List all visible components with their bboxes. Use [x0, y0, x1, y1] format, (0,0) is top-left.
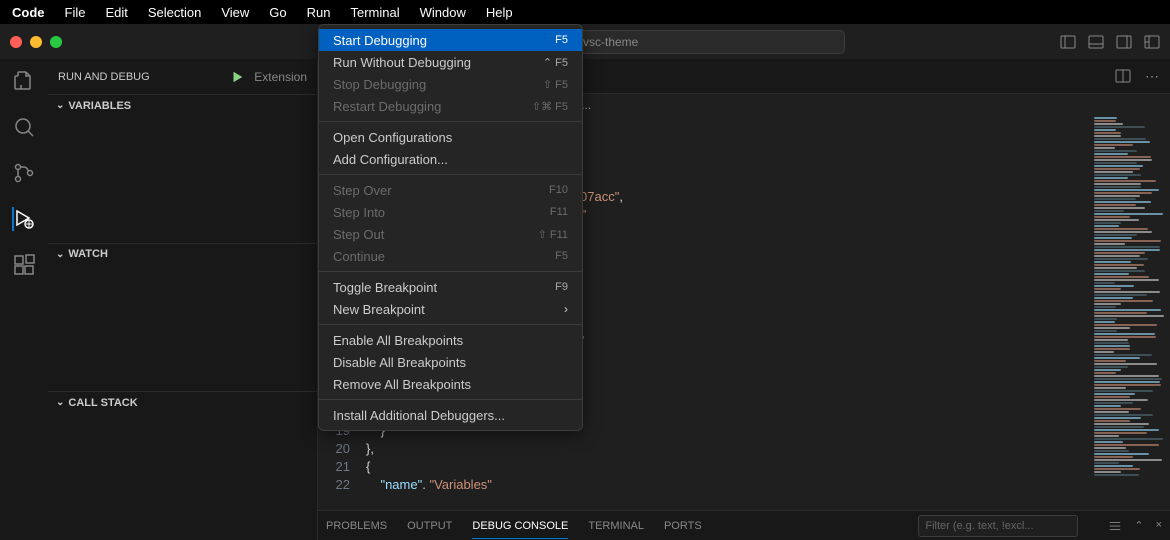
chevron-down-icon: ⌄	[56, 249, 64, 260]
window-controls	[0, 36, 62, 48]
minimap[interactable]	[1090, 116, 1170, 510]
side-bar: RUN AND DEBUG Extension ⌄VARIABLES ⌄WATC…	[48, 59, 318, 540]
panel-settings-icon[interactable]	[1108, 519, 1122, 533]
panel-filter-input[interactable]: Filter (e.g. text, !excl...	[918, 515, 1078, 537]
panel-tab-debug-console[interactable]: DEBUG CONSOLE	[472, 520, 568, 539]
menu-item-step-out: Step Out⇧ F11	[319, 223, 582, 245]
more-actions-icon[interactable]: ⋯	[1145, 68, 1160, 85]
extensions-icon[interactable]	[12, 253, 36, 277]
debug-config-label[interactable]: Extension	[254, 70, 307, 84]
panel-tab-ports[interactable]: PORTS	[664, 520, 702, 532]
menu-item-restart-debugging: Restart Debugging⇧⌘ F5	[319, 95, 582, 117]
menu-code[interactable]: Code	[12, 5, 45, 20]
menu-edit[interactable]: Edit	[105, 5, 127, 20]
section-watch[interactable]: ⌄WATCH	[48, 243, 317, 265]
toggle-secondary-sidebar-icon[interactable]	[1116, 34, 1132, 50]
menu-item-disable-all-breakpoints[interactable]: Disable All Breakpoints	[319, 351, 582, 373]
panel-tab-output[interactable]: OUTPUT	[407, 520, 452, 532]
menu-item-add-configuration-[interactable]: Add Configuration...	[319, 148, 582, 170]
sidebar-header: RUN AND DEBUG Extension	[48, 59, 317, 94]
panel-close-icon[interactable]: ×	[1156, 519, 1162, 533]
close-window-button[interactable]	[10, 36, 22, 48]
minimize-window-button[interactable]	[30, 36, 42, 48]
section-variables[interactable]: ⌄VARIABLES	[48, 94, 317, 116]
menu-item-new-breakpoint[interactable]: New Breakpoint›	[319, 298, 582, 320]
panel-tab-terminal[interactable]: TERMINAL	[588, 520, 644, 532]
menu-item-step-into: Step IntoF11	[319, 201, 582, 223]
source-control-icon[interactable]	[12, 161, 36, 185]
menu-item-install-additional-debuggers-[interactable]: Install Additional Debuggers...	[319, 404, 582, 426]
menu-item-open-configurations[interactable]: Open Configurations	[319, 126, 582, 148]
toggle-panel-icon[interactable]	[1088, 34, 1104, 50]
explorer-icon[interactable]	[12, 69, 36, 93]
run-debug-icon[interactable]	[12, 207, 36, 231]
title-bar: some-vsc-theme	[0, 24, 1170, 59]
menu-item-step-over: Step OverF10	[319, 179, 582, 201]
menu-bar: Code File Edit Selection View Go Run Terminal Wi…	[0, 0, 1170, 24]
activity-bar	[0, 59, 48, 540]
menu-selection[interactable]: Selection	[148, 5, 201, 20]
menu-run[interactable]: Run	[307, 5, 331, 20]
layout-controls	[1060, 34, 1160, 50]
sidebar-title: RUN AND DEBUG	[58, 71, 150, 83]
menu-item-remove-all-breakpoints[interactable]: Remove All Breakpoints	[319, 373, 582, 395]
bottom-panel: PROBLEMS OUTPUT DEBUG CONSOLE TERMINAL PORTS…	[318, 510, 1170, 540]
start-debugging-icon[interactable]	[230, 70, 244, 84]
menu-item-continue: ContinueF5	[319, 245, 582, 267]
chevron-down-icon: ⌄	[56, 397, 64, 408]
panel-tab-problems[interactable]: PROBLEMS	[326, 520, 387, 532]
menu-terminal[interactable]: Terminal	[351, 5, 400, 20]
customize-layout-icon[interactable]	[1144, 34, 1160, 50]
menu-help[interactable]: Help	[486, 5, 513, 20]
section-callstack[interactable]: ⌄CALL STACK	[48, 391, 317, 413]
search-icon[interactable]	[12, 115, 36, 139]
menu-item-stop-debugging: Stop Debugging⇧ F5	[319, 73, 582, 95]
chevron-down-icon: ⌄	[56, 100, 64, 111]
menu-view[interactable]: View	[221, 5, 249, 20]
run-menu-dropdown: Start DebuggingF5Run Without Debugging⌃ …	[318, 24, 583, 431]
menu-item-run-without-debugging[interactable]: Run Without Debugging⌃ F5	[319, 51, 582, 73]
menu-item-toggle-breakpoint[interactable]: Toggle BreakpointF9	[319, 276, 582, 298]
toggle-primary-sidebar-icon[interactable]	[1060, 34, 1076, 50]
menu-file[interactable]: File	[65, 5, 86, 20]
zoom-window-button[interactable]	[50, 36, 62, 48]
menu-go[interactable]: Go	[269, 5, 286, 20]
menu-item-start-debugging[interactable]: Start DebuggingF5	[319, 29, 582, 51]
panel-maximize-icon[interactable]: ⌃	[1134, 519, 1143, 533]
menu-item-enable-all-breakpoints[interactable]: Enable All Breakpoints	[319, 329, 582, 351]
split-editor-icon[interactable]	[1115, 68, 1131, 85]
menu-window[interactable]: Window	[420, 5, 466, 20]
